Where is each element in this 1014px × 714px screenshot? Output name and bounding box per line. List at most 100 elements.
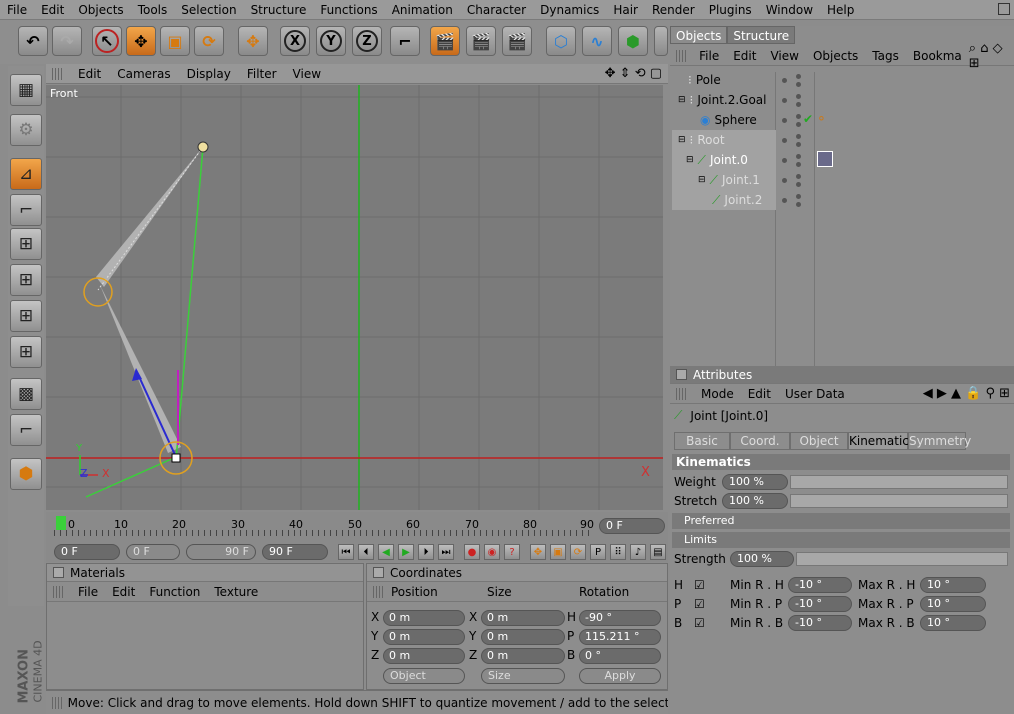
- min-rb-field[interactable]: -10 °: [788, 615, 852, 631]
- record-keys-icon[interactable]: ●: [464, 544, 480, 560]
- deformer-button[interactable]: [654, 26, 668, 56]
- objects-menu-file[interactable]: File: [692, 49, 726, 63]
- current-frame-field[interactable]: 0 F: [599, 518, 665, 534]
- attributes-menu-mode[interactable]: Mode: [694, 387, 741, 401]
- timeline-window-icon[interactable]: ▤: [650, 544, 666, 560]
- objects-menu-view[interactable]: View: [763, 49, 805, 63]
- visibility-dots[interactable]: [776, 70, 816, 210]
- rot-p-field[interactable]: 115.211 °: [579, 629, 661, 645]
- apply-button[interactable]: Apply: [579, 668, 661, 684]
- menu-edit[interactable]: Edit: [34, 3, 71, 17]
- nav-arrows-icon[interactable]: ◀ ▶ ▲ 🔒 ⚲ ⊞: [923, 386, 1010, 401]
- polygons-mode-icon[interactable]: ⊞: [10, 300, 42, 332]
- size-x-field[interactable]: 0 m: [481, 610, 565, 626]
- transform-tool-button[interactable]: ✥: [238, 26, 268, 56]
- menu-tools[interactable]: Tools: [131, 3, 175, 17]
- menu-dynamics[interactable]: Dynamics: [533, 3, 606, 17]
- tree-item-joint1[interactable]: ⊟ ⟋ Joint.1: [672, 170, 776, 190]
- tab-structure[interactable]: Structure: [727, 26, 796, 44]
- menu-window[interactable]: Window: [759, 3, 820, 17]
- texture-axis-icon[interactable]: ▩: [10, 378, 42, 410]
- objects-menu-edit[interactable]: Edit: [726, 49, 763, 63]
- pos-y-field[interactable]: 0 m: [383, 629, 465, 645]
- tree-item-joint2[interactable]: ⟋ Joint.2: [672, 190, 776, 210]
- tab-kinematics[interactable]: Kinematics: [848, 432, 915, 450]
- key-rotation-icon[interactable]: ⟳: [570, 544, 586, 560]
- viewport-menu-cameras[interactable]: Cameras: [109, 67, 178, 81]
- materials-menu-file[interactable]: File: [71, 585, 105, 599]
- pos-x-field[interactable]: 0 m: [383, 610, 465, 626]
- weight-field[interactable]: 100 %: [722, 474, 788, 490]
- menu-animation[interactable]: Animation: [385, 3, 460, 17]
- limits-section[interactable]: Limits: [672, 532, 1010, 548]
- limit-p-toggle-icon[interactable]: ☑: [694, 597, 705, 611]
- scale-tool-button[interactable]: ▣: [160, 26, 190, 56]
- live-selection-button[interactable]: ↖: [92, 26, 122, 56]
- tree-item-sphere[interactable]: ◉ Sphere: [672, 110, 1012, 130]
- viewport-menu-view[interactable]: View: [285, 67, 329, 81]
- objects-menu-bookmarks[interactable]: Bookma: [906, 49, 969, 63]
- undo-button[interactable]: ↶: [18, 26, 48, 56]
- strength-slider[interactable]: [796, 552, 1008, 566]
- preferred-section[interactable]: Preferred: [672, 513, 1010, 529]
- tree-item-joint0[interactable]: ⊟ ⟋ Joint.0: [672, 150, 776, 170]
- size-z-field[interactable]: 0 m: [481, 648, 565, 664]
- menu-selection[interactable]: Selection: [174, 3, 243, 17]
- play-backward-icon[interactable]: ◀: [378, 544, 394, 560]
- next-key-icon[interactable]: ⏵: [418, 544, 434, 560]
- menu-structure[interactable]: Structure: [244, 3, 314, 17]
- nurbs-button[interactable]: ⬢: [618, 26, 648, 56]
- viewport-menu-display[interactable]: Display: [179, 67, 239, 81]
- materials-menu-function[interactable]: Function: [142, 585, 207, 599]
- start-frame-field[interactable]: 0 F: [54, 544, 120, 560]
- tab-coord[interactable]: Coord.: [730, 432, 790, 450]
- objects-menu-tags[interactable]: Tags: [865, 49, 906, 63]
- snap-icon[interactable]: ⬢: [10, 458, 42, 490]
- key-scale-icon[interactable]: ▣: [550, 544, 566, 560]
- viewport-menu-filter[interactable]: Filter: [239, 67, 285, 81]
- materials-menu-texture[interactable]: Texture: [207, 585, 265, 599]
- strength-field[interactable]: 100 %: [730, 551, 794, 567]
- spline-tool-button[interactable]: ∿: [582, 26, 612, 56]
- material-tag-icon[interactable]: ⚬: [816, 112, 827, 127]
- checkbox-icon[interactable]: [373, 567, 384, 578]
- tree-item-pole[interactable]: ⁝ Pole: [672, 70, 1012, 90]
- render-picture-viewer-button[interactable]: 🎬: [466, 26, 496, 56]
- viewport-front[interactable]: Front Y Z X X: [46, 85, 663, 510]
- menu-render[interactable]: Render: [645, 3, 702, 17]
- play-forward-icon[interactable]: ▶: [398, 544, 414, 560]
- y-axis-lock-button[interactable]: Y: [316, 26, 346, 56]
- menu-hair[interactable]: Hair: [606, 3, 645, 17]
- x-axis-lock-button[interactable]: X: [280, 26, 310, 56]
- render-view-button[interactable]: 🎬: [430, 26, 460, 56]
- rotate-tool-button[interactable]: ⟳: [194, 26, 224, 56]
- stretch-slider[interactable]: [790, 494, 1008, 508]
- move-tool-button[interactable]: ✥: [126, 26, 156, 56]
- max-rh-field[interactable]: 10 °: [920, 577, 986, 593]
- pos-z-field[interactable]: 0 m: [383, 648, 465, 664]
- playhead[interactable]: [56, 516, 66, 530]
- layout-icon[interactable]: ▦: [10, 74, 42, 106]
- viewport-menu-edit[interactable]: Edit: [70, 67, 109, 81]
- cube-object-button[interactable]: ⬡: [546, 26, 576, 56]
- interpolation-icon[interactable]: ♪: [630, 544, 646, 560]
- z-axis-lock-button[interactable]: Z: [352, 26, 382, 56]
- key-pla-icon[interactable]: ⠿: [610, 544, 626, 560]
- restore-window-icon[interactable]: [998, 3, 1010, 15]
- materials-menu-edit[interactable]: Edit: [105, 585, 142, 599]
- ik-tag-icon[interactable]: [817, 151, 833, 167]
- viewport-nav-icons[interactable]: ✥ ⇕ ⟲ ▢: [605, 66, 662, 81]
- object-mode-icon[interactable]: ⊿: [10, 158, 42, 190]
- menu-functions[interactable]: Functions: [313, 3, 384, 17]
- prev-key-icon[interactable]: ⏴: [358, 544, 374, 560]
- workplane-icon[interactable]: ⌐: [10, 414, 42, 446]
- min-rp-field[interactable]: -10 °: [788, 596, 852, 612]
- menu-plugins[interactable]: Plugins: [702, 3, 759, 17]
- attributes-menu-edit[interactable]: Edit: [741, 387, 778, 401]
- autokey-icon[interactable]: ◉: [484, 544, 500, 560]
- tree-item-root[interactable]: ⊟ ⁝ Root: [672, 130, 776, 150]
- rot-h-field[interactable]: -90 °: [579, 610, 661, 626]
- end-frame-field[interactable]: 90 F: [262, 544, 328, 560]
- keyframe-selection-icon[interactable]: ?: [504, 544, 520, 560]
- tab-object[interactable]: Object: [790, 432, 848, 450]
